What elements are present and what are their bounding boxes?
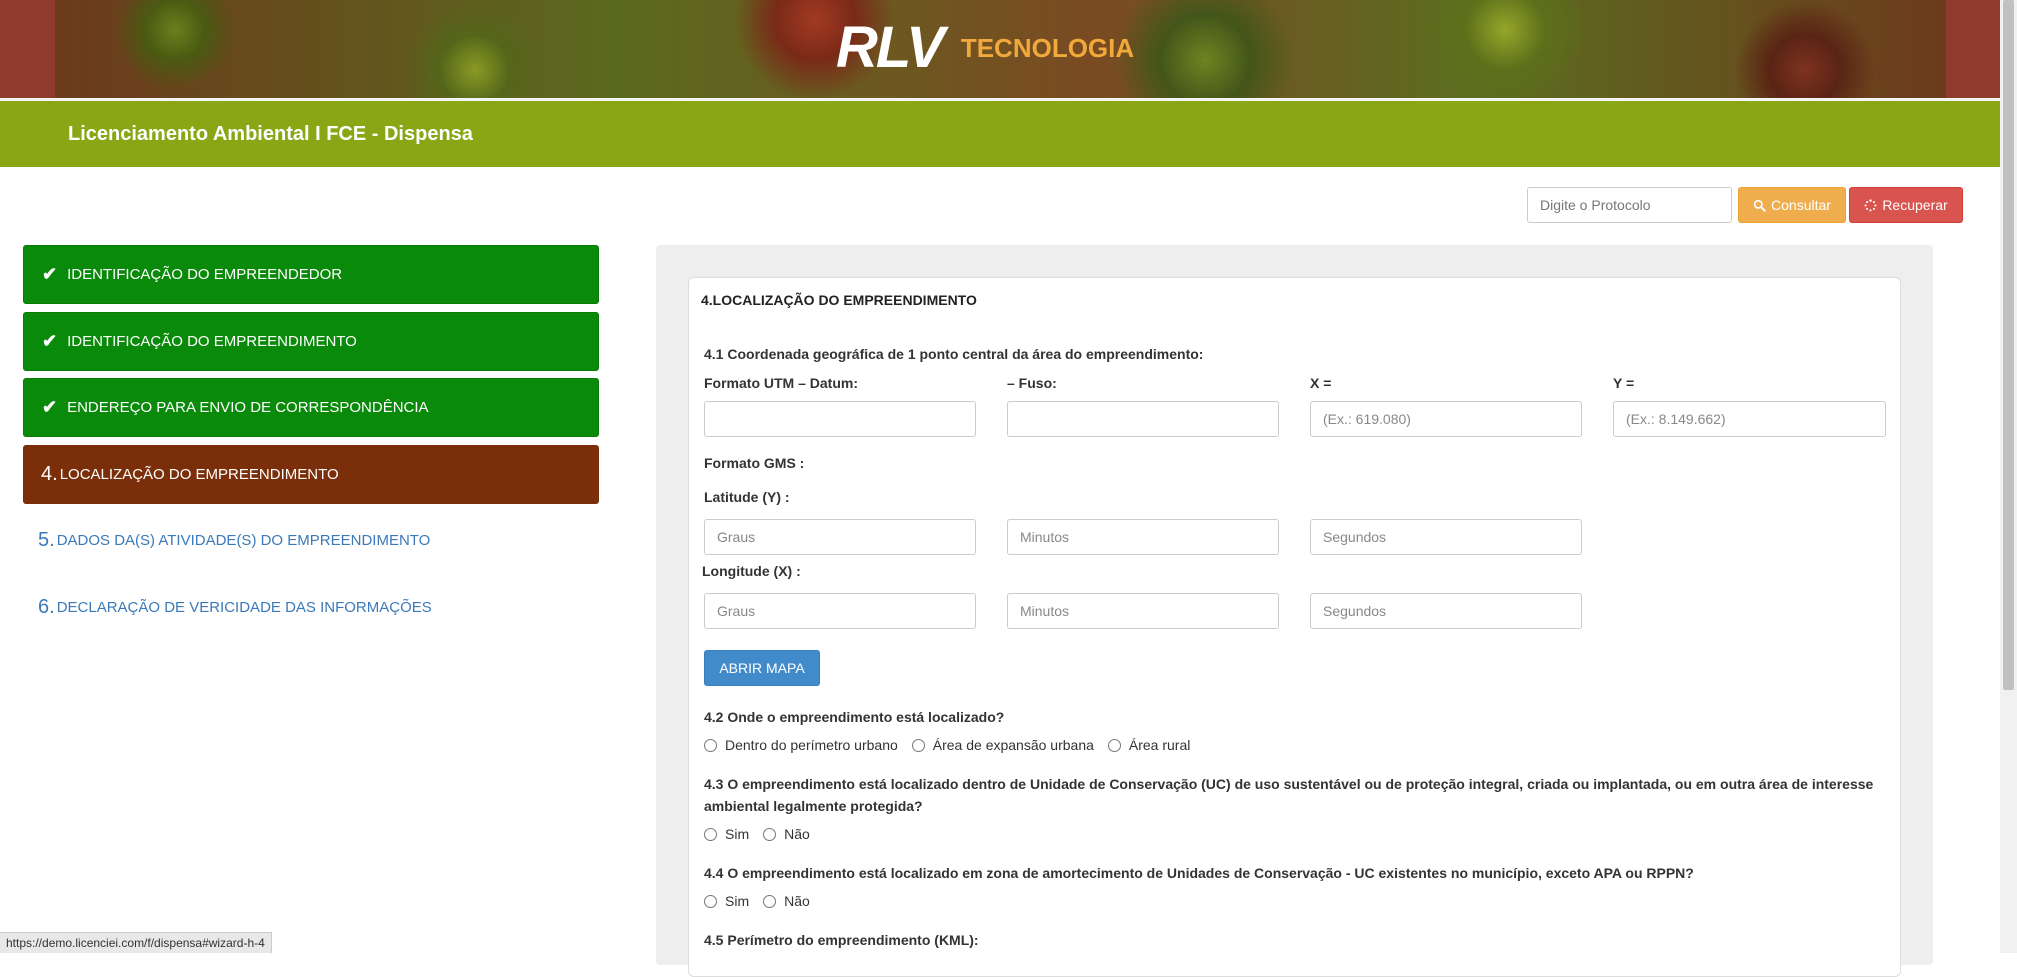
q44-label: 4.4 O empreendimento está localizado em … xyxy=(704,865,1694,881)
option-label: Dentro do perímetro urbano xyxy=(725,737,898,753)
latitude-minutos-input[interactable] xyxy=(1007,519,1279,555)
option-area-rural[interactable]: Área rural xyxy=(1107,737,1191,753)
page-title: Licenciamento Ambiental I FCE - Dispensa xyxy=(68,123,473,145)
radio-button[interactable] xyxy=(704,827,717,841)
fuso-label: – Fuso: xyxy=(1007,375,1057,391)
y-label: Y = xyxy=(1613,375,1635,391)
banner-edge-right xyxy=(1946,0,2000,98)
step-dados-atividades[interactable]: 5. DADOS DA(S) ATIVIDADE(S) DO EMPREENDI… xyxy=(23,511,599,570)
q43-label: 4.3 O empreendimento está localizado den… xyxy=(704,776,1874,814)
step-localizacao-empreendimento[interactable]: 4. LOCALIZAÇÃO DO EMPREENDIMENTO xyxy=(23,445,599,504)
longitude-graus-input[interactable] xyxy=(704,593,976,629)
check-icon: ✔ xyxy=(42,331,58,351)
step-identificacao-empreendimento[interactable]: ✔ IDENTIFICAÇÃO DO EMPREENDIMENTO xyxy=(23,312,599,371)
recuperar-button[interactable]: Recuperar xyxy=(1849,187,1963,223)
longitude-segundos-input[interactable] xyxy=(1310,593,1582,629)
step-label: IDENTIFICAÇÃO DO EMPREENDIMENTO xyxy=(67,333,357,350)
check-icon: ✔ xyxy=(42,264,58,284)
recuperar-label: Recuperar xyxy=(1882,197,1948,213)
option-nao[interactable]: Não xyxy=(763,826,810,842)
option-nao[interactable]: Não xyxy=(763,893,810,909)
utm-datum-label: Formato UTM – Datum: xyxy=(704,375,858,391)
consultar-label: Consultar xyxy=(1771,197,1831,213)
option-sim[interactable]: Sim xyxy=(704,893,749,909)
link-status-bar: https://demo.licenciei.com/f/dispensa#wi… xyxy=(0,932,272,953)
x-label: X = xyxy=(1310,375,1332,391)
q41-label: 4.1 Coordenada geográfica de 1 ponto cen… xyxy=(704,346,1204,362)
banner-edge-left xyxy=(0,0,55,98)
step-label: IDENTIFICAÇÃO DO EMPREENDEDOR xyxy=(67,266,343,283)
option-label: Área de expansão urbana xyxy=(932,737,1094,753)
utm-y-input[interactable] xyxy=(1613,401,1886,437)
option-expansao-urbana[interactable]: Área de expansão urbana xyxy=(911,737,1094,753)
option-label: Sim xyxy=(725,826,750,842)
option-perimetro-urbano[interactable]: Dentro do perímetro urbano xyxy=(704,737,898,753)
logo-mark: RLV xyxy=(836,15,945,80)
step-label: DADOS DA(S) ATIVIDADE(S) DO EMPREENDIMEN… xyxy=(56,532,431,549)
step-endereco-correspondencia[interactable]: ✔ ENDEREÇO PARA ENVIO DE CORRESPONDÊNCIA xyxy=(23,378,599,437)
radio-button[interactable] xyxy=(704,894,717,908)
longitude-minutos-input[interactable] xyxy=(1007,593,1279,629)
radio-button[interactable] xyxy=(704,738,717,752)
utm-x-input[interactable] xyxy=(1310,401,1582,437)
step-declaracao-veracidade[interactable]: 6. DECLARAÇÃO DE VERICIDADE DAS INFORMAÇ… xyxy=(23,578,599,637)
option-label: Não xyxy=(784,893,810,909)
protocol-search-input[interactable] xyxy=(1527,187,1732,223)
utm-datum-input[interactable] xyxy=(704,401,976,437)
step-identificacao-empreendedor[interactable]: ✔ IDENTIFICAÇÃO DO EMPREENDEDOR xyxy=(23,245,599,304)
radio-button[interactable] xyxy=(763,894,777,908)
abrir-mapa-button[interactable]: ABRIR MAPA xyxy=(704,650,820,686)
option-sim[interactable]: Sim xyxy=(704,826,749,842)
step-number: 4. xyxy=(41,463,58,485)
header-banner: RLV TECNOLOGIA xyxy=(0,0,2000,98)
longitude-label: Longitude (X) : xyxy=(702,563,801,579)
scrollbar-thumb[interactable] xyxy=(2003,0,2014,690)
step-number: 5. xyxy=(38,529,55,551)
step-label: DECLARAÇÃO DE VERICIDADE DAS INFORMAÇÕES xyxy=(56,599,432,616)
option-label: Sim xyxy=(725,893,750,909)
q45-label: 4.5 Perímetro do empreendimento (KML): xyxy=(704,932,979,948)
latitude-graus-input[interactable] xyxy=(704,519,976,555)
section-title: 4.LOCALIZAÇÃO DO EMPREENDIMENTO xyxy=(701,292,977,308)
q44-options: Sim Não xyxy=(704,893,824,909)
fuso-input[interactable] xyxy=(1007,401,1279,437)
q42-label: 4.2 Onde o empreendimento está localizad… xyxy=(704,709,1005,725)
radio-button[interactable] xyxy=(911,738,925,752)
option-label: Não xyxy=(784,826,810,842)
step-label: ENDEREÇO PARA ENVIO DE CORRESPONDÊNCIA xyxy=(67,399,429,416)
radio-button[interactable] xyxy=(1107,738,1121,752)
spinner-icon xyxy=(1864,198,1877,211)
step-label: LOCALIZAÇÃO DO EMPREENDIMENTO xyxy=(59,466,339,483)
title-bar: Licenciamento Ambiental I FCE - Dispensa xyxy=(0,101,2000,167)
rlv-logo: RLV TECNOLOGIA xyxy=(836,18,1134,78)
consultar-button[interactable]: Consultar xyxy=(1738,187,1846,223)
latitude-label: Latitude (Y) : xyxy=(704,489,790,505)
gms-label: Formato GMS : xyxy=(704,455,805,471)
search-icon xyxy=(1753,199,1766,212)
step-number: 6. xyxy=(38,596,55,618)
latitude-segundos-input[interactable] xyxy=(1310,519,1582,555)
q43-options: Sim Não xyxy=(704,826,824,842)
check-icon: ✔ xyxy=(42,397,58,417)
radio-button[interactable] xyxy=(763,827,777,841)
option-label: Área rural xyxy=(1128,737,1191,753)
logo-subtitle: TECNOLOGIA xyxy=(960,33,1135,63)
q42-options: Dentro do perímetro urbano Área de expan… xyxy=(704,737,1204,753)
